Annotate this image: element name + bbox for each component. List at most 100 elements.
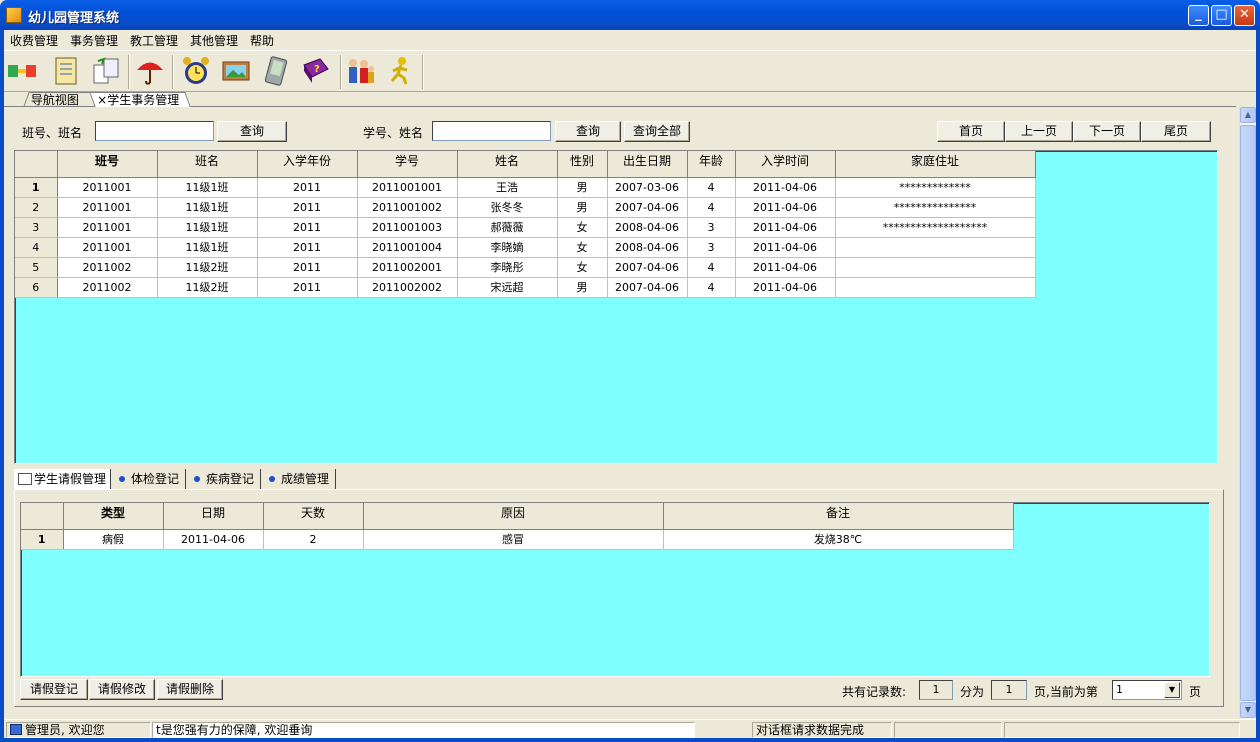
row-header[interactable]: 1 [15,177,58,198]
chevron-down-icon[interactable]: ▼ [1164,682,1180,698]
table-cell[interactable]: 感冒 [363,529,664,550]
alarm-clock-icon[interactable] [180,55,212,87]
scroll-thumb[interactable] [1240,125,1256,701]
student-row[interactable]: 3 2011001 11级1班 2011 2011001003 郝薇薇女 2008-04-0… [15,217,1036,238]
class-search-input[interactable] [95,121,214,141]
table-cell[interactable]: 2011-04-06 [735,277,836,298]
first-page-button[interactable]: 首页 [937,121,1005,142]
student-search-input[interactable] [432,121,551,141]
table-cell[interactable]: 女 [557,217,608,238]
table-cell[interactable]: 2011001002 [357,197,458,218]
swap-icon[interactable] [90,55,122,87]
col-enroll-date[interactable]: 入学时间 [735,151,836,178]
table-cell[interactable]: 2011-04-06 [735,177,836,198]
notebook-icon[interactable] [50,55,82,87]
table-cell[interactable]: 2011 [257,277,358,298]
table-cell[interactable]: 2011002 [57,277,158,298]
row-header[interactable]: 6 [15,277,58,298]
table-cell[interactable]: 2011-04-06 [735,197,836,218]
table-cell[interactable]: 11级2班 [157,257,258,278]
query-all-button[interactable]: 查询全部 [624,121,690,142]
table-cell[interactable]: 2008-04-06 [607,217,688,238]
table-cell[interactable]: 王浩 [457,177,558,198]
col-class-name[interactable]: 班名 [157,151,258,178]
table-cell[interactable]: ******************* [835,217,1036,238]
table-cell[interactable]: 4 [687,177,736,198]
umbrella-icon[interactable] [134,55,166,87]
delete-leave-button[interactable]: 请假删除 [157,679,223,700]
table-cell[interactable]: 11级1班 [157,197,258,218]
table-cell[interactable]: 4 [687,277,736,298]
table-cell[interactable]: 郝薇薇 [457,217,558,238]
next-page-button[interactable]: 下一页 [1073,121,1141,142]
table-cell[interactable]: 2011-04-06 [735,237,836,258]
class-query-button[interactable]: 查询 [217,121,287,142]
table-cell[interactable]: 2007-04-06 [607,197,688,218]
tab-navigation-view[interactable]: 导航视图 [23,92,99,107]
table-cell[interactable]: *************** [835,197,1036,218]
runner-icon[interactable] [384,55,416,87]
table-cell[interactable]: 宋远超 [457,277,558,298]
table-cell[interactable]: 2011001 [57,197,158,218]
student-row[interactable]: 4 2011001 11级1班 2011 2011001004 李晓嫡女 2008-04-0… [15,237,1036,258]
maximize-button[interactable]: □ [1211,5,1232,26]
table-cell[interactable]: 2011-04-06 [735,217,836,238]
tablet-icon[interactable] [260,55,292,87]
menu-staff[interactable]: 教工管理 [130,32,178,49]
table-cell[interactable]: 2 [263,529,364,550]
leave-row[interactable]: 1 病假 2011-04-06 2 感冒 发烧38℃ [21,529,1014,550]
students-grid[interactable]: 班号 班名 入学年份 学号 姓名 性别 出生日期 年龄 入学时间 家庭住址 12… [14,150,1218,464]
subtab-leave[interactable]: 学生请假管理 [14,469,111,489]
scroll-down-icon[interactable]: ▼ [1240,702,1256,718]
table-cell[interactable] [835,237,1036,258]
col-gender[interactable]: 性别 [557,151,608,178]
last-page-button[interactable]: 尾页 [1141,121,1211,142]
table-cell[interactable]: 2011002001 [357,257,458,278]
table-cell[interactable]: 4 [687,197,736,218]
menu-fees[interactable]: 收费管理 [10,32,58,49]
table-cell[interactable]: 男 [557,277,608,298]
menu-help[interactable]: 帮助 [250,32,274,49]
table-cell[interactable]: 2011001001 [357,177,458,198]
table-cell[interactable]: 2007-04-06 [607,277,688,298]
table-cell[interactable]: 11级2班 [157,277,258,298]
col-class-no[interactable]: 班号 [57,151,158,178]
add-leave-button[interactable]: 请假登记 [20,679,88,700]
table-cell[interactable]: 4 [687,257,736,278]
menu-affairs[interactable]: 事务管理 [70,32,118,49]
subtab-illness[interactable]: 疾病登记 [186,469,261,489]
col-enroll-year[interactable]: 入学年份 [257,151,358,178]
col-leave-reason[interactable]: 原因 [363,503,664,530]
table-cell[interactable]: 3 [687,217,736,238]
table-cell[interactable]: 3 [687,237,736,258]
student-row[interactable]: 1 2011001 11级1班 2011 2011001001 王浩男 2007-03-06… [15,177,1036,198]
table-cell[interactable]: 11级1班 [157,237,258,258]
family-icon[interactable] [344,55,376,87]
minimize-button[interactable]: _ [1188,5,1209,26]
student-row[interactable]: 2 2011001 11级1班 2011 2011001002 张冬冬男 2007-04-0… [15,197,1036,218]
table-cell[interactable]: 2011 [257,217,358,238]
col-name[interactable]: 姓名 [457,151,558,178]
col-leave-type[interactable]: 类型 [63,503,164,530]
table-cell[interactable]: 2007-04-06 [607,257,688,278]
col-student-no[interactable]: 学号 [357,151,458,178]
table-cell[interactable]: 女 [557,237,608,258]
table-cell[interactable]: 2011-04-06 [735,257,836,278]
help-book-icon[interactable]: ? [300,55,332,87]
table-cell[interactable]: 2011002002 [357,277,458,298]
picture-icon[interactable] [220,55,252,87]
plug-icon[interactable] [6,55,38,87]
vertical-scrollbar[interactable]: ▲ ▼ [1239,107,1256,719]
subtab-grades[interactable]: 成绩管理 [261,469,336,489]
row-header[interactable]: 4 [15,237,58,258]
student-row[interactable]: 5 2011002 11级2班 2011 2011002001 李晓彤女 2007-04-0… [15,257,1036,278]
row-header[interactable]: 3 [15,217,58,238]
scroll-up-icon[interactable]: ▲ [1240,107,1256,123]
table-cell[interactable]: 2011 [257,257,358,278]
table-cell[interactable]: 11级1班 [157,177,258,198]
menu-other[interactable]: 其他管理 [190,32,238,49]
col-leave-date[interactable]: 日期 [163,503,264,530]
table-cell[interactable]: 2011 [257,177,358,198]
table-cell[interactable]: 2011001003 [357,217,458,238]
table-cell[interactable]: 2011-04-06 [163,529,264,550]
